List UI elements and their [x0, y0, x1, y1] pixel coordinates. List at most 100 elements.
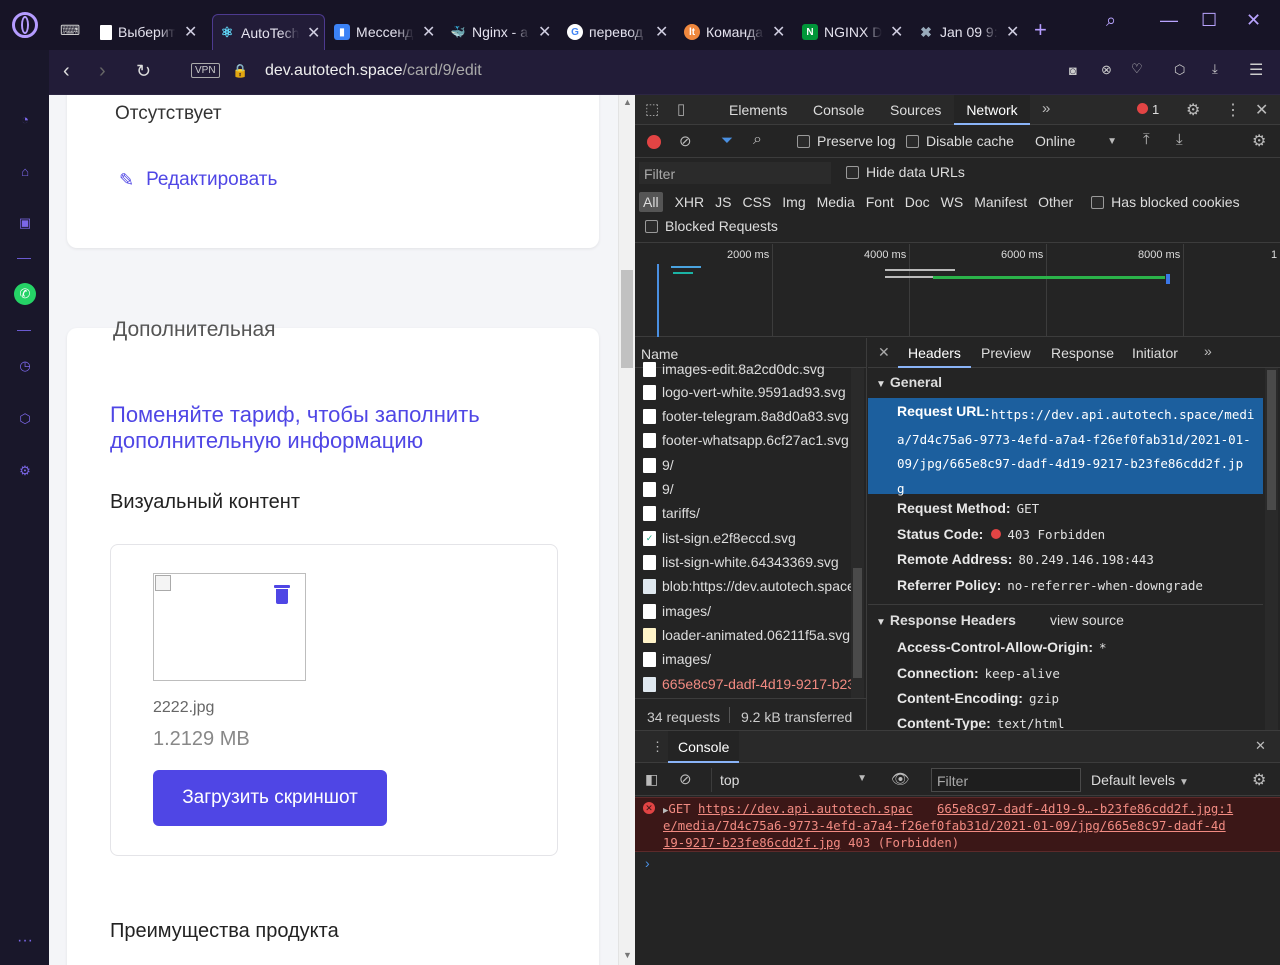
- error-url[interactable]: https://dev.api.autotech.spac: [698, 802, 913, 816]
- type-css[interactable]: CSS: [742, 194, 771, 210]
- request-row[interactable]: logo-vert-white.9591ad93.svg: [643, 380, 853, 404]
- console-error-message[interactable]: ✕ ▶GET https://dev.api.autotech.spac 665…: [635, 797, 1280, 852]
- close-icon[interactable]: ✕: [655, 22, 668, 42]
- cube-icon[interactable]: ⬡: [1174, 62, 1185, 78]
- console-prompt-icon[interactable]: ›: [645, 855, 650, 871]
- import-har-icon[interactable]: ⤒: [1143, 131, 1150, 148]
- speed-dial-icon[interactable]: ◔: [14, 108, 36, 130]
- request-row[interactable]: 9/: [643, 453, 853, 477]
- url-field[interactable]: dev.autotech.space/card/9/edit: [265, 62, 482, 80]
- drawer-menu-icon[interactable]: ⋮: [651, 739, 664, 755]
- type-img[interactable]: Img: [782, 194, 805, 210]
- type-other[interactable]: Other: [1038, 194, 1073, 210]
- type-font[interactable]: Font: [866, 194, 894, 210]
- close-icon[interactable]: ✕: [538, 22, 551, 42]
- error-url-line[interactable]: 19-9217-b23fe86cdd2f.jpg: [663, 836, 841, 850]
- forward-icon[interactable]: ›: [99, 60, 106, 83]
- trash-icon[interactable]: [274, 585, 290, 605]
- request-row[interactable]: images/: [643, 647, 853, 671]
- view-source-link[interactable]: view source: [1050, 612, 1124, 628]
- new-tab-icon[interactable]: +: [1034, 17, 1047, 43]
- block-icon[interactable]: ⊗: [1101, 62, 1112, 78]
- search-icon[interactable]: ⌕: [1106, 10, 1116, 31]
- console-filter-input[interactable]: Filter: [931, 768, 1081, 792]
- heart-icon[interactable]: ♡: [1131, 61, 1143, 77]
- type-media[interactable]: Media: [817, 194, 855, 210]
- scroll-thumb[interactable]: [1267, 370, 1276, 510]
- page-scrollbar[interactable]: ▲ ▼: [618, 95, 635, 965]
- tab-game-icon[interactable]: ⌨: [60, 22, 80, 39]
- tab-active[interactable]: ⚛ AutoTech ✕: [212, 14, 325, 50]
- tab[interactable]: ▮Мессендж✕: [334, 14, 444, 50]
- tab[interactable]: 🐳 Nginx - а ✕: [450, 14, 560, 50]
- more-icon[interactable]: ···: [14, 930, 36, 952]
- request-row[interactable]: loader-animated.06211f5a.svg: [643, 623, 853, 647]
- detail-tab-response[interactable]: Response: [1051, 345, 1114, 361]
- error-url-line[interactable]: e/media/7d4c75a6-9773-4efd-a7a4-f26ef0fa…: [663, 818, 1226, 835]
- request-row-error[interactable]: 665e8c97-dadf-4d19-9217-b23: [643, 672, 853, 696]
- hide-data-urls-checkbox[interactable]: Hide data URLs: [846, 164, 965, 180]
- twitch-icon[interactable]: ▣: [14, 212, 36, 234]
- scroll-thumb[interactable]: [621, 270, 633, 368]
- type-js[interactable]: JS: [715, 194, 731, 210]
- checkbox[interactable]: [906, 134, 919, 148]
- request-row[interactable]: 9/: [643, 477, 853, 501]
- detail-tab-preview[interactable]: Preview: [981, 345, 1031, 361]
- edit-link[interactable]: ✎ Редактировать: [119, 169, 277, 191]
- tariff-link[interactable]: Поменяйте тариф, чтобы заполнить дополни…: [110, 402, 550, 454]
- tab[interactable]: N NGINX D ✕: [802, 14, 912, 50]
- has-blocked-cookies-checkbox[interactable]: Has blocked cookies: [1091, 194, 1240, 210]
- tab[interactable]: lt Команда ✕: [684, 14, 794, 50]
- close-icon[interactable]: ✕: [1006, 22, 1019, 42]
- window-close-icon[interactable]: ✕: [1246, 10, 1261, 31]
- type-xhr[interactable]: XHR: [675, 194, 705, 210]
- tab-sources[interactable]: Sources: [890, 102, 941, 118]
- checkbox[interactable]: [846, 165, 859, 179]
- preserve-log-checkbox[interactable]: Preserve log: [797, 133, 896, 149]
- request-row[interactable]: ✓ list-sign.e2f8eccd.svg: [643, 526, 853, 550]
- devtools-close-icon[interactable]: ✕: [1255, 100, 1268, 120]
- close-icon[interactable]: ✕: [184, 22, 197, 42]
- detail-tab-headers[interactable]: Headers: [898, 338, 971, 368]
- menu-icon[interactable]: ☰: [1249, 60, 1263, 80]
- network-search-icon[interactable]: ⌕: [753, 131, 762, 149]
- box-icon[interactable]: ⬡: [14, 408, 36, 430]
- request-row[interactable]: images/: [643, 599, 853, 623]
- history-icon[interactable]: ◷: [14, 355, 36, 377]
- vpn-badge[interactable]: VPN: [191, 63, 220, 78]
- request-row[interactable]: images-edit.8a2cd0dc.svg: [643, 360, 853, 378]
- request-row[interactable]: blob:https://dev.autotech.space: [643, 574, 853, 598]
- throttle-select[interactable]: Online ▼: [1035, 133, 1117, 149]
- tab-console[interactable]: Console: [813, 102, 864, 118]
- type-all[interactable]: All: [639, 192, 663, 212]
- scroll-up-icon[interactable]: ▲: [623, 97, 632, 107]
- details-close-icon[interactable]: ✕: [878, 344, 890, 361]
- sidebar-toggle-icon[interactable]: ◧: [645, 771, 658, 788]
- drawer-tab-console[interactable]: Console: [668, 731, 740, 763]
- close-icon[interactable]: ✕: [307, 23, 320, 43]
- devtools-settings-icon[interactable]: ⚙: [1186, 100, 1200, 120]
- type-ws[interactable]: WS: [941, 194, 964, 210]
- maximize-icon[interactable]: ☐: [1201, 10, 1217, 31]
- download-icon[interactable]: ⤓: [1212, 61, 1218, 77]
- tab-elements[interactable]: Elements: [729, 102, 787, 118]
- default-levels-select[interactable]: Default levels ▼: [1091, 772, 1189, 788]
- close-icon[interactable]: ✕: [772, 22, 785, 42]
- more-tabs-icon[interactable]: »: [1042, 100, 1050, 117]
- settings-icon[interactable]: ⚙: [14, 460, 36, 482]
- blocked-requests-checkbox[interactable]: Blocked Requests: [645, 218, 778, 234]
- devtools-menu-icon[interactable]: ⋮: [1225, 100, 1241, 120]
- context-select[interactable]: top ▼: [711, 768, 873, 792]
- error-counter[interactable]: 1: [1137, 102, 1159, 117]
- type-doc[interactable]: Doc: [905, 194, 930, 210]
- reload-icon[interactable]: ↻: [136, 61, 151, 82]
- camera-icon[interactable]: ◙: [1069, 63, 1077, 78]
- filter-input[interactable]: Filter: [639, 162, 831, 184]
- drawer-close-icon[interactable]: ✕: [1255, 738, 1266, 754]
- request-url-row[interactable]: Request URL: https://dev.api.autotech.sp…: [868, 398, 1263, 496]
- shopping-icon[interactable]: ⌂: [14, 160, 36, 182]
- live-expression-icon[interactable]: 👁: [891, 770, 910, 788]
- opera-logo-icon[interactable]: [12, 12, 38, 38]
- scroll-down-icon[interactable]: ▼: [623, 950, 632, 960]
- filter-icon[interactable]: ⏷: [721, 132, 733, 149]
